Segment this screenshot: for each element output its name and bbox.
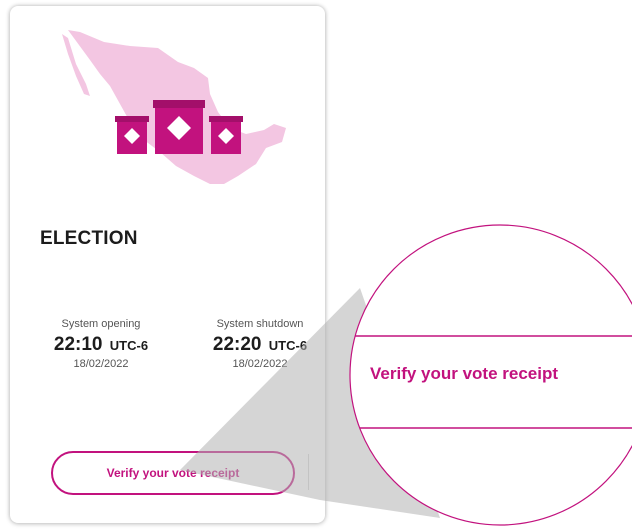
ballot-box-right-icon <box>209 116 243 154</box>
election-title: ELECTION <box>40 228 138 249</box>
system-shutdown: System shutdown 22:20 UTC-6 18/02/2022 <box>195 318 325 370</box>
opening-time: 22:10 <box>53 334 103 355</box>
opening-date: 18/02/2022 <box>73 358 129 370</box>
shutdown-date: 18/02/2022 <box>232 358 288 370</box>
shutdown-timezone: UTC-6 <box>268 338 308 353</box>
screenshot-stage: ELECTION System opening 22:10 UTC-6 18/0… <box>0 0 632 531</box>
mexico-ballot-illustration <box>62 30 286 184</box>
ballot-box-left-icon <box>115 116 149 154</box>
shutdown-time-group: 22:20 UTC-6 <box>195 334 325 356</box>
election-card: ELECTION System opening 22:10 UTC-6 18/0… <box>10 6 325 523</box>
verify-vote-receipt-button[interactable]: Verify your vote receipt <box>51 451 295 495</box>
shutdown-time: 22:20 <box>212 334 262 355</box>
opening-label: System opening <box>61 318 141 330</box>
shutdown-label: System shutdown <box>216 318 304 330</box>
magnified-verify-label: Verify your vote receipt <box>370 364 559 383</box>
system-opening: System opening 22:10 UTC-6 18/02/2022 <box>36 318 166 370</box>
button-divider <box>308 454 309 490</box>
opening-time-group: 22:10 UTC-6 <box>36 334 166 356</box>
opening-timezone: UTC-6 <box>109 338 149 353</box>
ballot-box-center-icon <box>153 100 205 154</box>
